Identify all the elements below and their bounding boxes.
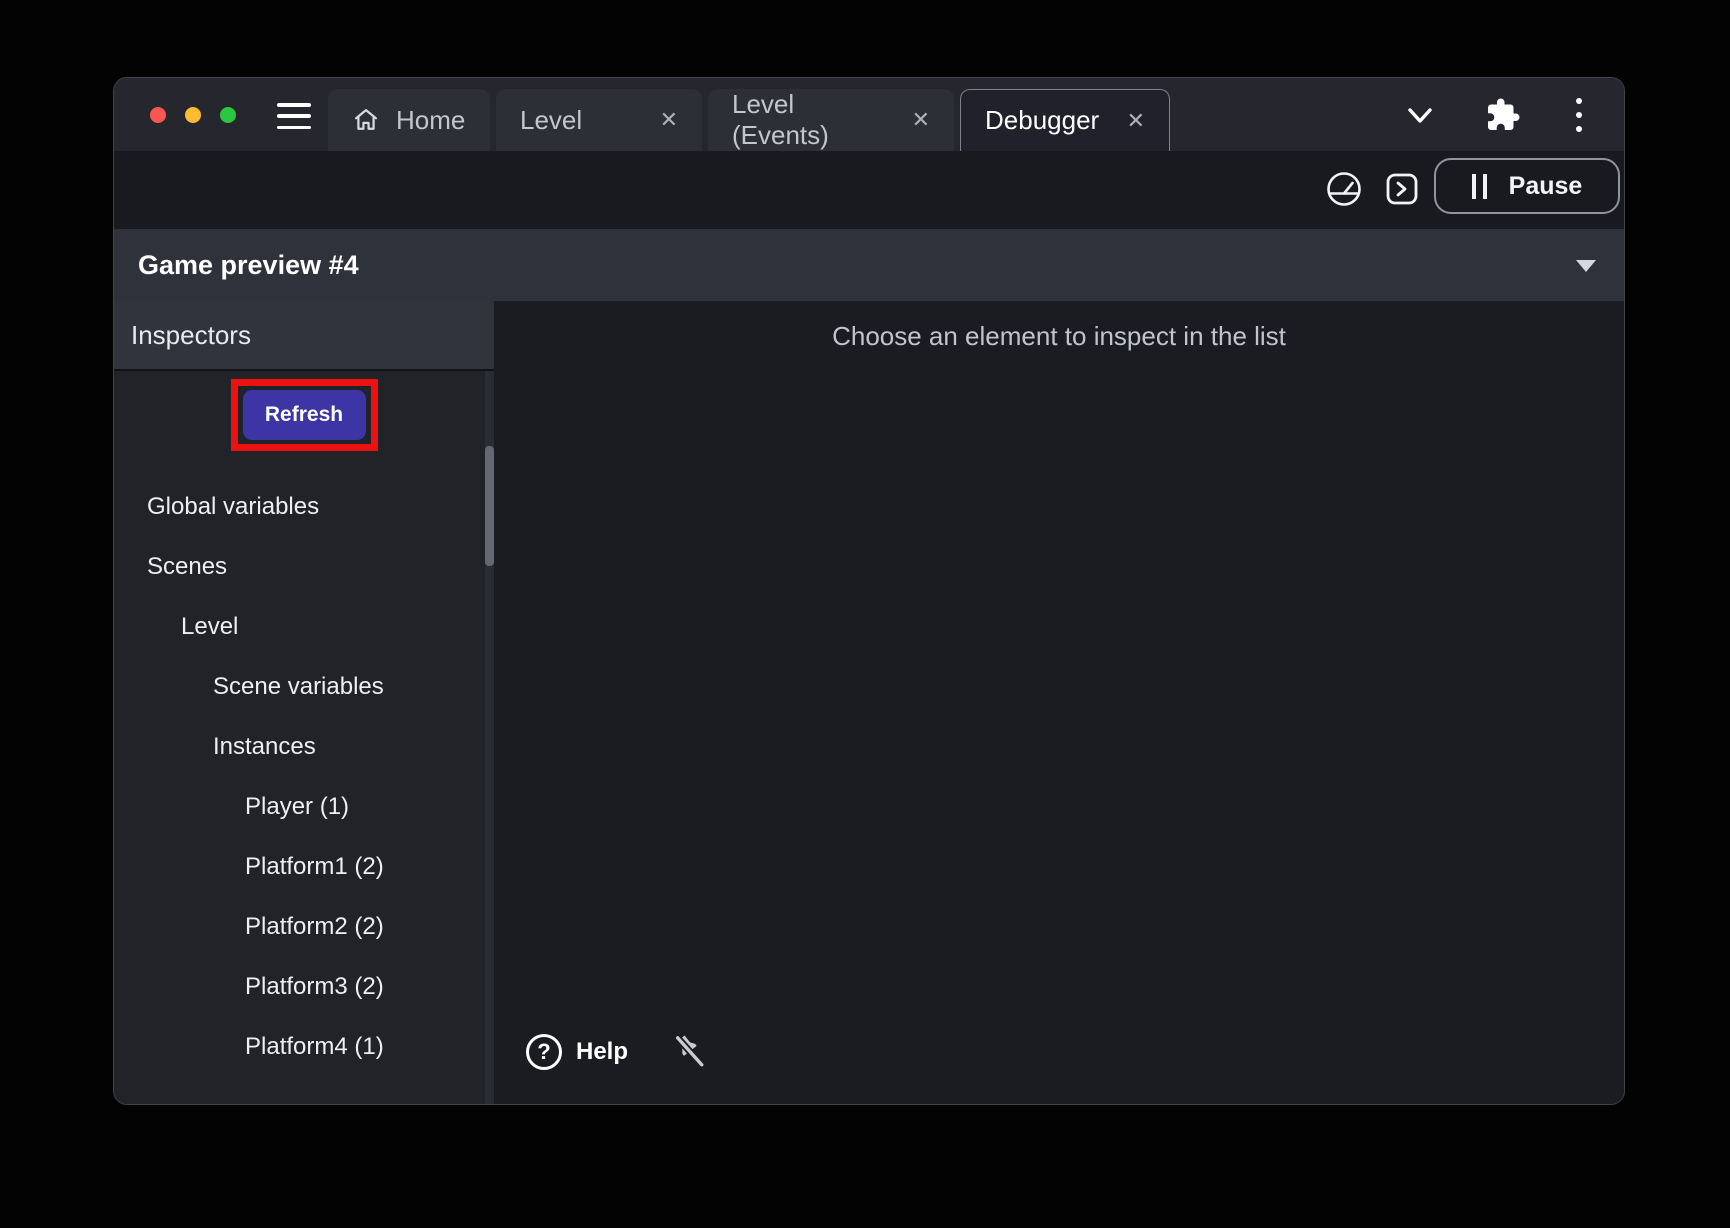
tab-level-events[interactable]: Level (Events) ✕ [708, 89, 954, 151]
console-icon[interactable] [1385, 172, 1419, 206]
tree-item-scene-variables[interactable]: Scene variables [114, 657, 494, 717]
inspectors-header: Inspectors [114, 301, 494, 371]
tree-item-platform4[interactable]: Platform4 (1) [114, 1017, 494, 1077]
refresh-button[interactable]: Refresh [243, 390, 366, 440]
debugger-toolbar: Pause [114, 151, 1624, 229]
tab-debugger[interactable]: Debugger ✕ [960, 89, 1170, 151]
tab-bar: Home Level ✕ Level (Events) ✕ Debugger ✕ [114, 78, 1624, 151]
refresh-annotation-box: Refresh [231, 379, 378, 451]
close-icon[interactable]: ✕ [1127, 110, 1145, 132]
menu-icon[interactable] [277, 103, 311, 129]
help-question-icon[interactable]: ? [526, 1034, 562, 1070]
extensions-puzzle-icon[interactable] [1485, 97, 1521, 133]
inspector-pane: Choose an element to inspect in the list… [494, 301, 1624, 1104]
help-row: ? Help [526, 1032, 706, 1072]
tab-strip: Home Level ✕ Level (Events) ✕ Debugger ✕ [328, 89, 1170, 151]
pause-button-label: Pause [1509, 172, 1583, 201]
minimize-window-button[interactable] [185, 107, 201, 123]
help-label[interactable]: Help [576, 1038, 628, 1066]
profiler-speed-icon[interactable] [1325, 170, 1363, 208]
tree-item-platform1[interactable]: Platform1 (2) [114, 837, 494, 897]
tab-label: Level [520, 105, 582, 136]
tree-item-player[interactable]: Player (1) [114, 777, 494, 837]
tab-label: Level (Events) [732, 89, 896, 151]
inspectors-sidebar: Inspectors Refresh Global variables Scen… [114, 301, 494, 1104]
preview-dropdown-icon[interactable] [1576, 260, 1596, 272]
debugger-content: Inspectors Refresh Global variables Scen… [114, 301, 1624, 1104]
game-preview-title: Game preview #4 [138, 250, 359, 281]
pause-button[interactable]: Pause [1434, 158, 1620, 214]
pause-icon [1472, 174, 1487, 199]
game-preview-header: Game preview #4 [114, 229, 1624, 301]
kebab-menu-icon[interactable] [1571, 98, 1587, 132]
tab-label: Home [396, 105, 465, 136]
tree-item-level[interactable]: Level [114, 597, 494, 657]
close-icon[interactable]: ✕ [912, 109, 930, 131]
tree-item-instances[interactable]: Instances [114, 717, 494, 777]
tree-item-platform3[interactable]: Platform3 (2) [114, 957, 494, 1017]
zoom-window-button[interactable] [220, 107, 236, 123]
tab-home[interactable]: Home [328, 89, 490, 151]
traffic-lights [150, 107, 236, 123]
tree-item-platform2[interactable]: Platform2 (2) [114, 897, 494, 957]
close-icon[interactable]: ✕ [660, 109, 678, 131]
close-window-button[interactable] [150, 107, 166, 123]
tree-item-scenes[interactable]: Scenes [114, 537, 494, 597]
empty-state-message: Choose an element to inspect in the list [494, 321, 1624, 352]
home-icon [352, 106, 380, 134]
tree-item-global-variables[interactable]: Global variables [114, 477, 494, 537]
sidebar-scrollbar-thumb[interactable] [485, 446, 494, 566]
pin-off-icon[interactable] [672, 1032, 706, 1072]
tab-label: Debugger [985, 105, 1099, 136]
chevron-down-icon[interactable] [1404, 104, 1436, 128]
tab-level[interactable]: Level ✕ [496, 89, 702, 151]
app-window: Home Level ✕ Level (Events) ✕ Debugger ✕ [113, 77, 1625, 1105]
inspector-tree: Global variables Scenes Level Scene vari… [114, 477, 494, 1077]
